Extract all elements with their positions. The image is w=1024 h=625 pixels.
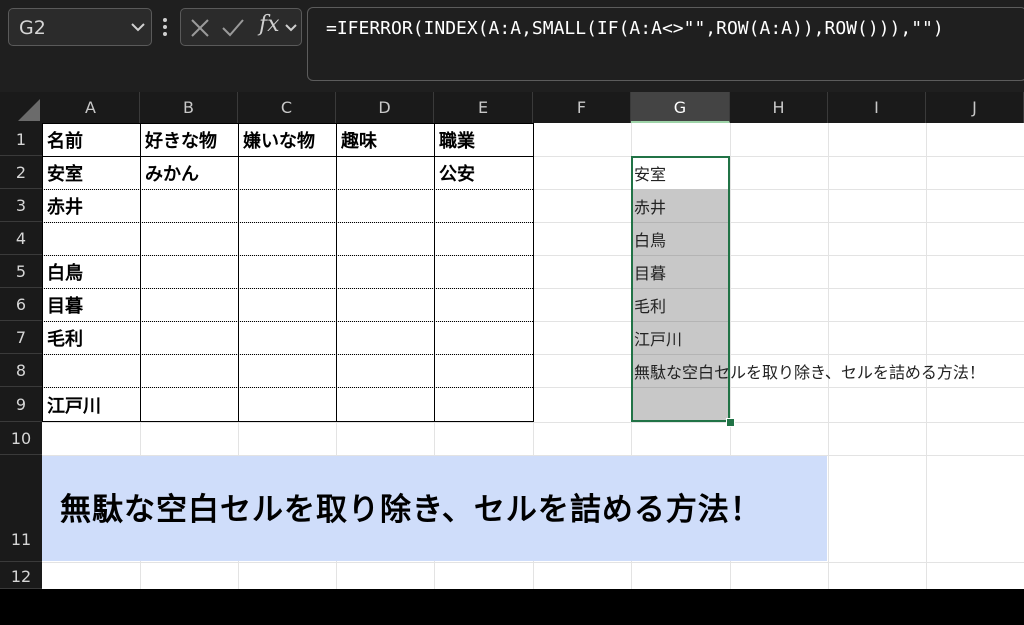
row-header-10[interactable]: 10 bbox=[0, 422, 42, 455]
row-header-11[interactable]: 11 bbox=[0, 455, 42, 562]
row-header-5[interactable]: 5 bbox=[0, 255, 42, 288]
corner-triangle bbox=[18, 99, 40, 121]
row-header-4[interactable]: 4 bbox=[0, 222, 42, 255]
cell-a7[interactable]: 毛利 bbox=[42, 321, 140, 354]
fill-handle[interactable] bbox=[726, 418, 735, 427]
row-header-6[interactable]: 6 bbox=[0, 288, 42, 321]
select-all-corner[interactable] bbox=[0, 92, 42, 123]
chevron-down-icon[interactable] bbox=[131, 22, 145, 32]
cell-a9[interactable]: 江戸川 bbox=[42, 387, 140, 422]
row-header-7[interactable]: 7 bbox=[0, 321, 42, 354]
formula-bar-area: G2 fx =IFERROR(INDEX(A:A,SMALL(IF(A:A<>"… bbox=[0, 0, 1024, 92]
column-header-j[interactable]: J bbox=[926, 92, 1024, 123]
column-header-f[interactable]: F bbox=[533, 92, 631, 123]
cell-a3[interactable]: 赤井 bbox=[42, 189, 140, 222]
cancel-icon[interactable] bbox=[190, 18, 210, 38]
cell-b2[interactable]: みかん bbox=[140, 156, 238, 189]
banner-title: 無駄な空白セルを取り除き、セルを詰める方法！ bbox=[60, 492, 762, 528]
row-header-1[interactable]: 1 bbox=[0, 123, 42, 156]
insert-function-icon[interactable]: fx bbox=[259, 12, 280, 37]
name-box-value: G2 bbox=[19, 17, 46, 39]
column-header-d[interactable]: D bbox=[336, 92, 434, 123]
chevron-down-icon[interactable] bbox=[285, 23, 297, 32]
cell-a6[interactable]: 目暮 bbox=[42, 288, 140, 321]
column-header-h[interactable]: H bbox=[730, 92, 828, 123]
row-header-9[interactable]: 9 bbox=[0, 387, 42, 422]
row-header-8[interactable]: 8 bbox=[0, 354, 42, 387]
column-header-b[interactable]: B bbox=[140, 92, 238, 123]
enter-check-icon[interactable] bbox=[221, 18, 245, 38]
column-header-a[interactable]: A bbox=[42, 92, 140, 123]
cell-a5[interactable]: 白鳥 bbox=[42, 255, 140, 288]
cell-d1[interactable]: 趣味 bbox=[336, 123, 434, 156]
cell-a2[interactable]: 安室 bbox=[42, 156, 140, 189]
title-banner[interactable]: 無駄な空白セルを取り除き、セルを詰める方法！ bbox=[42, 456, 827, 561]
cell-c1[interactable]: 嫌いな物 bbox=[238, 123, 336, 156]
formula-controls: fx bbox=[180, 8, 302, 46]
cell-b1[interactable]: 好きな物 bbox=[140, 123, 238, 156]
cell-e1[interactable]: 職業 bbox=[434, 123, 533, 156]
name-box[interactable]: G2 bbox=[8, 8, 152, 46]
selection-range bbox=[631, 156, 730, 422]
column-header-e[interactable]: E bbox=[434, 92, 533, 123]
column-header-c[interactable]: C bbox=[238, 92, 336, 123]
more-options-icon[interactable] bbox=[162, 16, 168, 38]
row-header-2[interactable]: 2 bbox=[0, 156, 42, 189]
row-header-3[interactable]: 3 bbox=[0, 189, 42, 222]
cell-a1[interactable]: 名前 bbox=[42, 123, 140, 156]
formula-input[interactable]: =IFERROR(INDEX(A:A,SMALL(IF(A:A<>"",ROW(… bbox=[307, 7, 1024, 81]
formula-text: =IFERROR(INDEX(A:A,SMALL(IF(A:A<>"",ROW(… bbox=[326, 18, 944, 39]
column-header-i[interactable]: I bbox=[828, 92, 926, 123]
row-header-12[interactable]: 12 bbox=[0, 562, 42, 589]
cell-e2[interactable]: 公安 bbox=[434, 156, 533, 189]
column-header-g[interactable]: G bbox=[631, 92, 730, 123]
